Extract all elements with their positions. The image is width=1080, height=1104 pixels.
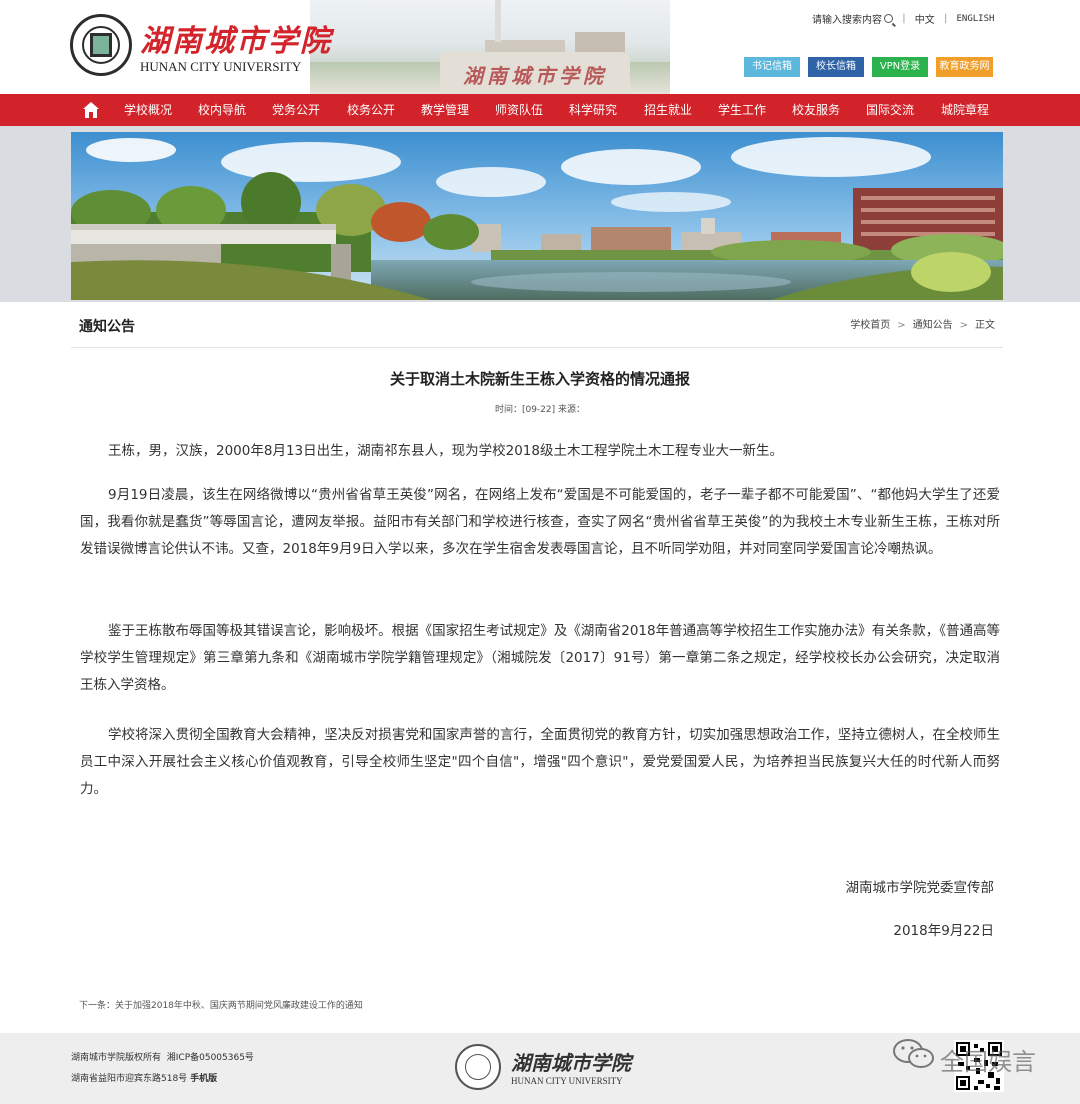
nav-item-faculty[interactable]: 师资队伍: [489, 94, 549, 126]
site-header: 湖南城市学院 湖南城市学院 HUNAN CITY UNIVERSITY 请输入搜…: [0, 0, 1080, 94]
nav-item-student-work[interactable]: 学生工作: [712, 94, 772, 126]
vpn-login-button[interactable]: VPN登录: [872, 57, 928, 77]
breadcrumb-home[interactable]: 学校首页: [850, 320, 890, 331]
chevron-right-icon: >: [897, 320, 906, 331]
lang-english-link[interactable]: ENGLISH: [957, 14, 995, 24]
nav-item-research[interactable]: 科学研究: [563, 94, 623, 126]
president-mailbox-button[interactable]: 校长信箱: [808, 57, 864, 77]
header-campus-photo: 湖南城市学院: [310, 0, 670, 94]
nav-item-international[interactable]: 国际交流: [860, 94, 920, 126]
nav-item-school-affairs[interactable]: 校务公开: [341, 94, 401, 126]
logo-chinese-name[interactable]: 湖南城市学院: [140, 16, 332, 60]
footer-address-line: 湖南省益阳市迎宾东路518号 手机版: [71, 1071, 217, 1084]
footer-copyright-line: 湖南城市学院版权所有 湘ICP备05005365号: [71, 1050, 254, 1063]
footer-copyright: 湖南城市学院版权所有: [71, 1053, 162, 1063]
chevron-right-icon: >: [959, 320, 968, 331]
search-input[interactable]: 请输入搜索内容: [812, 11, 882, 26]
breadcrumb-current: 正文: [975, 320, 995, 331]
nav-item-alumni[interactable]: 校友服务: [786, 94, 846, 126]
nav-item-party-affairs[interactable]: 党务公开: [266, 94, 326, 126]
campus-banner-image: [71, 132, 1003, 300]
nav-item-school-overview[interactable]: 学校概况: [118, 94, 178, 126]
footer-logo-chinese: 湖南城市学院: [511, 1051, 631, 1075]
stone-inscription: 湖南城市学院: [463, 64, 607, 88]
footer-logo-english: HUNAN CITY UNIVERSITY: [511, 1076, 623, 1086]
nav-item-admissions[interactable]: 招生就业: [638, 94, 698, 126]
nav-item-teaching[interactable]: 教学管理: [415, 94, 475, 126]
signature-date: 2018年9月22日: [893, 923, 994, 939]
footer-mobile-link[interactable]: 手机版: [190, 1074, 217, 1084]
logo-english-name[interactable]: HUNAN CITY UNIVERSITY: [140, 59, 301, 75]
breadcrumb-notices[interactable]: 通知公告: [913, 320, 953, 331]
banner-area: [0, 126, 1080, 302]
signature-org: 湖南城市学院党委宣传部: [845, 880, 995, 896]
watermark-text: 全国娱言: [940, 1048, 1036, 1076]
main-navigation: 学校概况 校内导航 党务公开 校务公开 教学管理 师资队伍 科学研究 招生就业 …: [0, 94, 1080, 126]
article-paragraph: 学校将深入贯彻全国教育大会精神，坚决反对损害党和国家声誉的言行，全面贯彻党的教育…: [80, 727, 1000, 797]
nav-item-charter[interactable]: 城院章程: [935, 94, 995, 126]
search-icon[interactable]: [884, 14, 893, 23]
divider: [71, 347, 1003, 348]
article-title: 关于取消土木院新生王栋入学资格的情况通报: [389, 370, 690, 388]
article-paragraph: 9月19日凌晨，该生在网络微博以“贵州省省草王英俊”网名，在网络上发布“爱国是不…: [80, 487, 1000, 557]
footer-address: 湖南省益阳市迎宾东路518号: [71, 1074, 188, 1084]
article-paragraph: 鉴于王栋散布辱国等极其错误言论，影响极坏。根据《国家招生考试规定》及《湖南省20…: [80, 623, 1000, 693]
footer-seal-logo: [455, 1044, 501, 1090]
footer-icp-link[interactable]: 湘ICP备05005365号: [167, 1053, 254, 1063]
home-icon[interactable]: [82, 101, 100, 119]
university-seal-logo[interactable]: [70, 14, 132, 76]
lang-chinese-link[interactable]: 中文: [915, 11, 935, 26]
education-affairs-button[interactable]: 教育政务网: [936, 57, 993, 77]
next-article-link[interactable]: 下一条：关于加强2018年中秋、国庆两节期间党风廉政建设工作的通知: [79, 998, 363, 1011]
article-paragraph: 王栋，男，汉族，2000年8月13日出生，湖南祁东县人，现为学校2018级土木工…: [108, 443, 783, 459]
secretary-mailbox-button[interactable]: 书记信箱: [744, 57, 800, 77]
section-title: 通知公告: [79, 319, 135, 335]
top-utility-links: 请输入搜索内容 | 中文 | ENGLISH: [812, 11, 995, 26]
nav-item-campus-guide[interactable]: 校内导航: [192, 94, 252, 126]
breadcrumb: 学校首页 > 通知公告 > 正文: [850, 316, 995, 331]
article-meta: 时间：[09-22] 来源：: [494, 405, 586, 415]
wechat-icon: [893, 1039, 934, 1068]
